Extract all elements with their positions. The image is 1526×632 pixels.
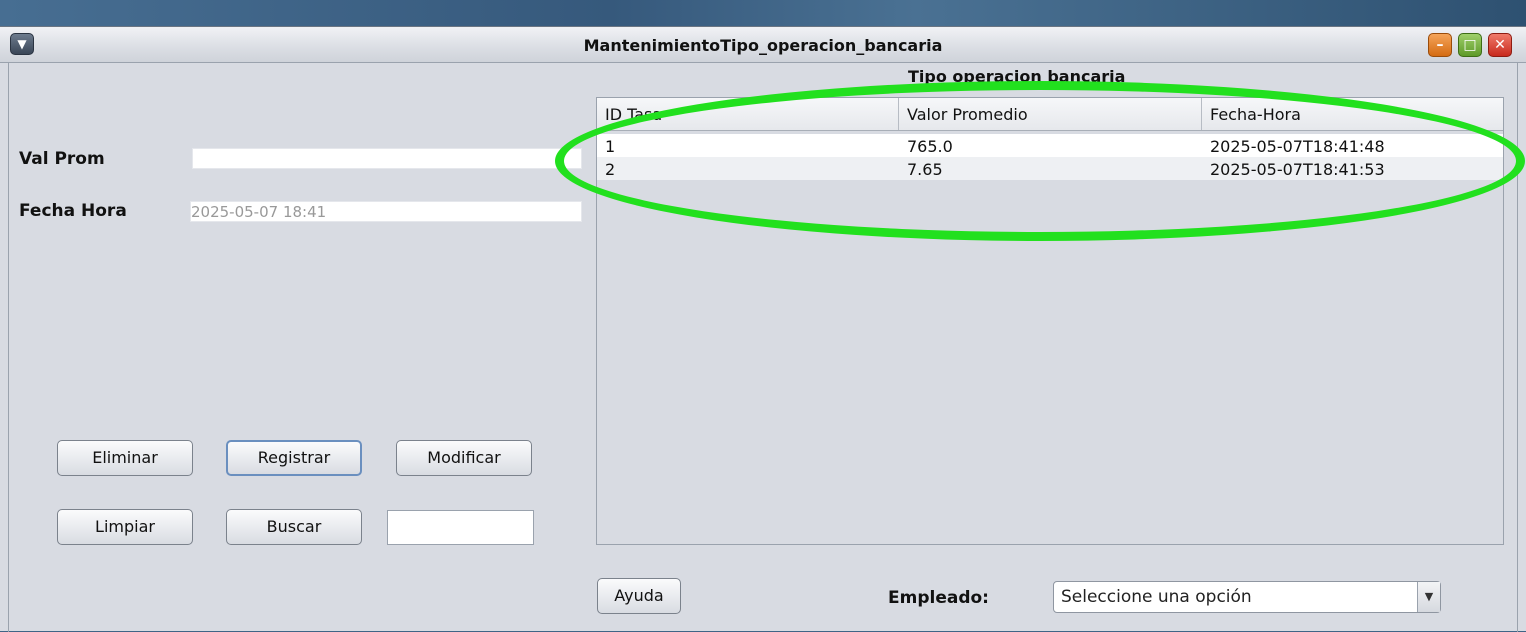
buscar-button[interactable]: Buscar bbox=[226, 509, 362, 545]
ayuda-button[interactable]: Ayuda bbox=[597, 578, 681, 614]
column-header-id[interactable]: ID Tasa bbox=[597, 98, 899, 130]
table-row[interactable]: 1 765.0 2025-05-07T18:41:48 bbox=[597, 134, 1503, 157]
registrar-button[interactable]: Registrar bbox=[226, 440, 362, 476]
dropdown-arrow-icon[interactable]: ▼ bbox=[1417, 582, 1440, 612]
modificar-button[interactable]: Modificar bbox=[396, 440, 532, 476]
search-input[interactable] bbox=[387, 510, 534, 545]
fecha-hora-label: Fecha Hora bbox=[19, 201, 127, 221]
column-header-fecha[interactable]: Fecha-Hora bbox=[1202, 98, 1503, 130]
table-title: Tipo operacion bancaria bbox=[908, 67, 1126, 86]
title-bar: ▼ MantenimientoTipo_operacion_bancaria –… bbox=[0, 27, 1526, 63]
cell-valor: 7.65 bbox=[907, 160, 943, 179]
empleado-selected-value: Seleccione una opción bbox=[1061, 587, 1252, 607]
column-header-valor[interactable]: Valor Promedio bbox=[899, 98, 1202, 130]
fecha-hora-input[interactable] bbox=[190, 201, 582, 222]
empleado-label: Empleado: bbox=[888, 588, 989, 608]
app-window: ▼ MantenimientoTipo_operacion_bancaria –… bbox=[0, 26, 1526, 632]
empleado-select[interactable]: Seleccione una opción ▼ bbox=[1053, 581, 1441, 613]
maximize-icon[interactable]: □ bbox=[1458, 33, 1482, 57]
cell-id: 2 bbox=[605, 160, 616, 179]
minimize-icon[interactable]: – bbox=[1428, 33, 1452, 57]
cell-valor: 765.0 bbox=[907, 137, 953, 156]
val-prom-label: Val Prom bbox=[19, 149, 105, 169]
eliminar-button[interactable]: Eliminar bbox=[57, 440, 193, 476]
table-header: ID Tasa Valor Promedio Fecha-Hora bbox=[597, 98, 1503, 131]
cell-id: 1 bbox=[605, 137, 616, 156]
cell-fecha: 2025-05-07T18:41:53 bbox=[1210, 160, 1385, 179]
val-prom-input[interactable] bbox=[192, 148, 582, 169]
cell-fecha: 2025-05-07T18:41:48 bbox=[1210, 137, 1385, 156]
desktop-background bbox=[0, 0, 1526, 28]
window-title: MantenimientoTipo_operacion_bancaria bbox=[583, 36, 943, 55]
tasas-table: ID Tasa Valor Promedio Fecha-Hora 1 765.… bbox=[596, 97, 1504, 545]
limpiar-button[interactable]: Limpiar bbox=[57, 509, 193, 545]
table-row[interactable]: 2 7.65 2025-05-07T18:41:53 bbox=[597, 157, 1503, 180]
close-icon[interactable]: ✕ bbox=[1488, 33, 1512, 57]
